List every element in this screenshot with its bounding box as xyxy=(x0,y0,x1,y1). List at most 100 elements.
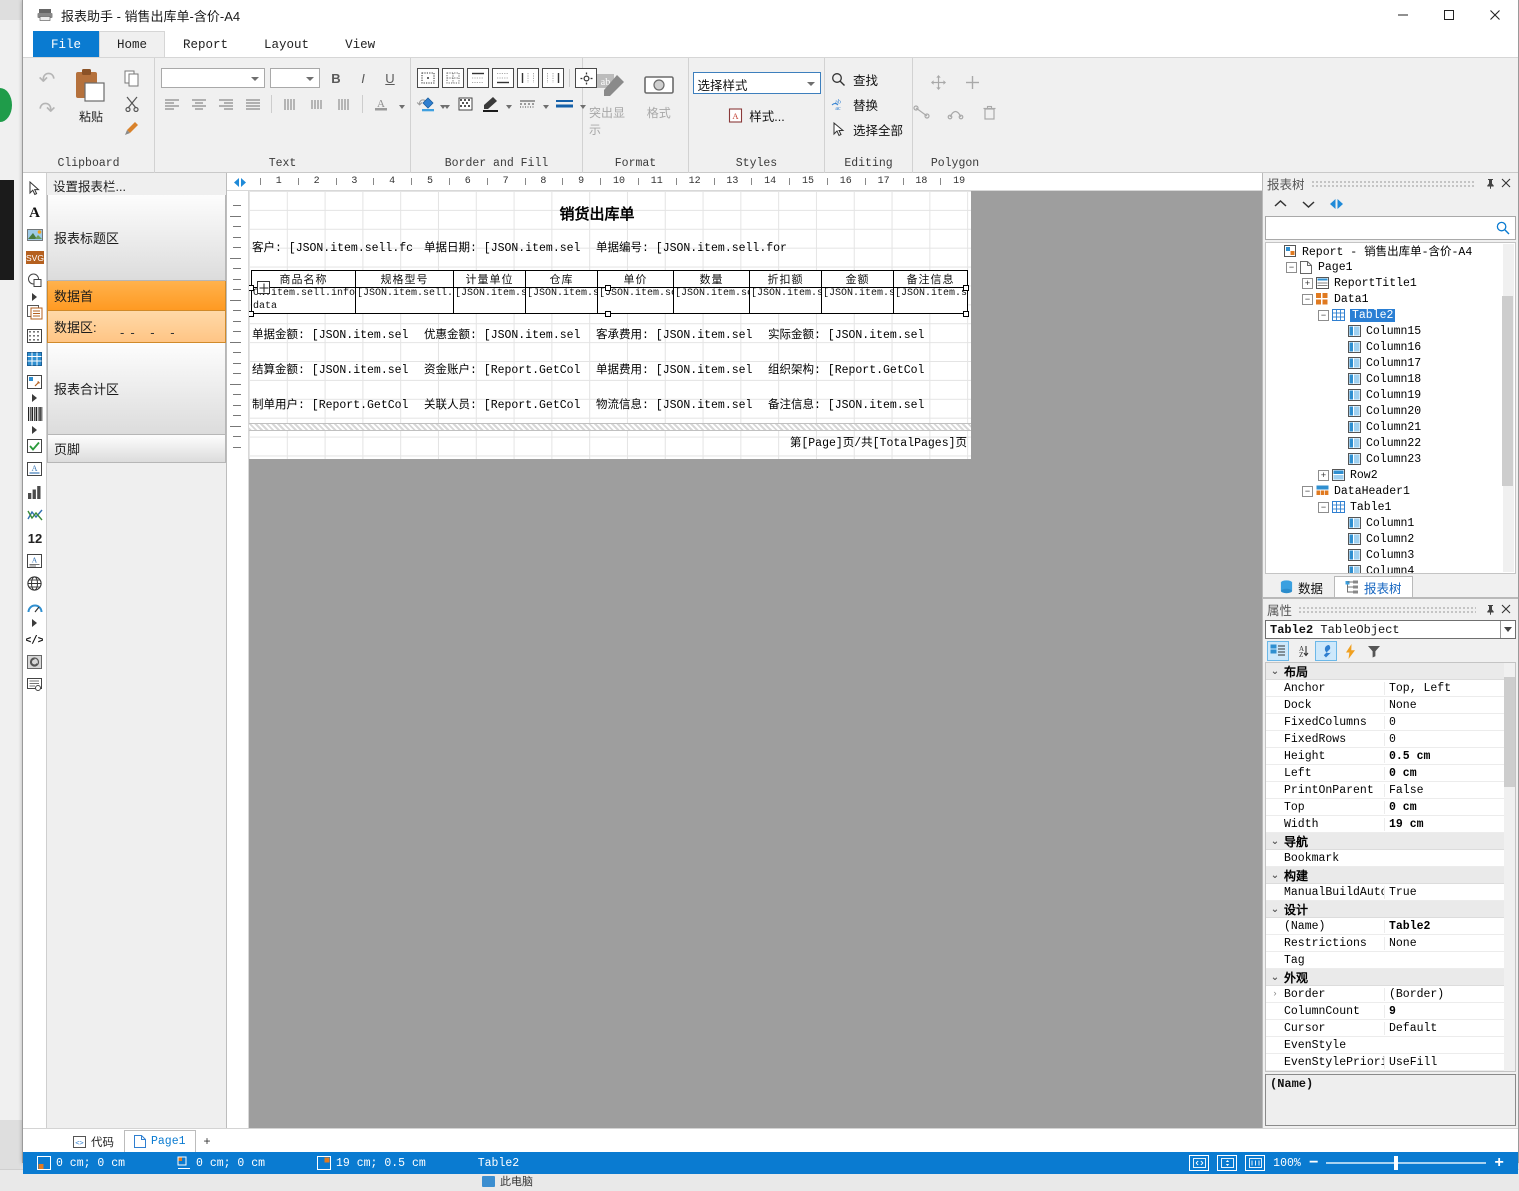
property-row[interactable]: Left 0 cm xyxy=(1266,765,1515,782)
line-color-button[interactable] xyxy=(479,94,501,114)
report-title-text[interactable]: 销货出库单 xyxy=(545,203,649,225)
fit-width-button[interactable] xyxy=(1189,1155,1210,1171)
zoom-in-button[interactable]: + xyxy=(1494,1155,1504,1171)
texture-fill-button[interactable] xyxy=(454,94,476,114)
tab-code[interactable]: <> 代码 xyxy=(63,1130,124,1152)
border-bottom-button[interactable] xyxy=(492,68,514,88)
tab-report-tree[interactable]: 报表树 xyxy=(1334,576,1413,597)
tree-node[interactable]: − DataHeader1 xyxy=(1266,483,1515,499)
expand-icon[interactable]: › xyxy=(1266,989,1284,999)
band-report-summary[interactable]: 报表合计区 xyxy=(47,343,226,435)
align-right-button[interactable] xyxy=(215,94,237,114)
container-tool-icon[interactable] xyxy=(24,650,46,673)
property-value[interactable]: 9 xyxy=(1384,1004,1515,1018)
border-all-button[interactable] xyxy=(442,68,464,88)
font-color-caret-icon[interactable] xyxy=(397,94,406,114)
property-value[interactable]: False xyxy=(1384,783,1515,797)
replace-button[interactable]: ab ac 替换 xyxy=(831,95,903,114)
valign-top-button[interactable] xyxy=(279,94,301,114)
alphabetic-view-button[interactable]: AZ xyxy=(1291,641,1313,661)
select-tool-icon[interactable] xyxy=(24,177,46,200)
property-row[interactable]: Dock None xyxy=(1266,697,1515,714)
tree-node[interactable]: Column20 xyxy=(1266,403,1515,419)
header-field-customer[interactable]: 客户: [JSON.item.sell.fc xyxy=(251,239,423,258)
tree-node[interactable]: − Data1 xyxy=(1266,291,1515,307)
line-segment-button[interactable] xyxy=(911,102,931,122)
property-row[interactable]: Width 19 cm xyxy=(1266,816,1515,833)
style-more-button[interactable]: A 样式... xyxy=(728,106,785,125)
summary-field[interactable]: 实际金额: [JSON.item.sel xyxy=(767,326,939,345)
table-column-header[interactable]: 计量单位 xyxy=(454,271,526,287)
property-value[interactable]: 0 xyxy=(1384,732,1515,746)
toggle-nav-icon[interactable] xyxy=(1327,196,1345,212)
format-painter-button[interactable] xyxy=(121,118,143,138)
line-style-button[interactable] xyxy=(516,94,538,114)
redo-icon[interactable]: ↷ xyxy=(35,98,59,121)
highlight-button[interactable]: ab 突出显示 xyxy=(589,62,636,138)
property-category[interactable]: ⌄ 导航 xyxy=(1266,833,1515,850)
summary-field[interactable]: 资金账户: [Report.GetCol xyxy=(423,361,595,380)
selection-handle[interactable] xyxy=(249,311,254,317)
property-value[interactable]: 0.5 cm xyxy=(1384,749,1515,763)
property-value[interactable]: UseFill xyxy=(1384,1055,1515,1069)
band-data-header[interactable]: 数据首 xyxy=(47,281,226,311)
property-row[interactable]: › Border (Border) xyxy=(1266,986,1515,1003)
summary-field[interactable]: 结算金额: [JSON.item.sel xyxy=(251,361,423,380)
close-button[interactable] xyxy=(1472,0,1518,30)
table-column-header[interactable]: 备注信息 xyxy=(894,271,967,287)
cut-button[interactable] xyxy=(121,93,143,113)
add-page-button[interactable]: + xyxy=(196,1130,219,1152)
property-row[interactable]: ColumnCount 9 xyxy=(1266,1003,1515,1020)
summary-field[interactable]: 单据费用: [JSON.item.sel xyxy=(595,361,767,380)
table-tool-icon[interactable] xyxy=(24,347,46,370)
collapse-icon[interactable]: − xyxy=(1286,261,1297,273)
delete-point-button[interactable] xyxy=(979,102,999,122)
zoom-out-button[interactable]: − xyxy=(1309,1155,1319,1171)
tree-node[interactable]: − Page1 xyxy=(1266,259,1515,275)
zip-code-tool-icon[interactable]: A xyxy=(24,457,46,480)
underline-button[interactable]: U xyxy=(379,68,401,88)
italic-button[interactable]: I xyxy=(352,68,374,88)
property-value[interactable]: 0 cm xyxy=(1384,800,1515,814)
tab-view[interactable]: View xyxy=(327,31,393,57)
properties-grid[interactable]: ⌄ 布局 Anchor Top, Left Dock None FixedColumns 0 F… xyxy=(1265,662,1516,1072)
curve-segment-button[interactable] xyxy=(945,102,965,122)
chart-tool-icon[interactable] xyxy=(24,480,46,503)
properties-object-selector[interactable]: Table2 TableObject xyxy=(1265,620,1516,639)
property-value[interactable]: None xyxy=(1384,936,1515,950)
pin-icon[interactable] xyxy=(1482,175,1498,191)
table-cell[interactable]: [JSON.item.sell.info.item. xyxy=(674,288,750,313)
expand-down-icon[interactable] xyxy=(1299,196,1317,212)
summary-field[interactable]: 制单用户: [Report.GetCol xyxy=(251,396,423,415)
expand-icon[interactable]: + xyxy=(1302,277,1313,289)
chevron-down-icon[interactable] xyxy=(1500,621,1515,638)
summary-field[interactable]: 客承费用: [JSON.item.sel xyxy=(595,326,767,345)
fill-color-button[interactable] xyxy=(417,94,439,114)
property-row[interactable]: Cursor Default xyxy=(1266,1020,1515,1037)
search-input[interactable] xyxy=(1266,218,1491,238)
filter-button[interactable] xyxy=(1363,641,1385,661)
property-value[interactable]: 0 cm xyxy=(1384,766,1515,780)
sparkline-tool-icon[interactable] xyxy=(24,503,46,526)
gauge-tool-caret-icon[interactable] xyxy=(24,618,46,627)
property-row[interactable]: Bookmark xyxy=(1266,850,1515,867)
find-button[interactable]: 查找 xyxy=(831,70,903,89)
property-category[interactable]: ⌄ 设计 xyxy=(1266,901,1515,918)
property-value[interactable]: 0 xyxy=(1384,715,1515,729)
table-cell[interactable]: [JSON.item.sell.info.i xyxy=(750,288,822,313)
number-tool-icon[interactable]: 12 xyxy=(24,526,46,549)
select-all-button[interactable]: 选择全部 xyxy=(831,120,903,139)
property-category[interactable]: ⌄ 布局 xyxy=(1266,663,1515,680)
copy-button[interactable] xyxy=(121,68,143,88)
collapse-icon[interactable]: − xyxy=(1302,485,1313,497)
property-row[interactable]: Restrictions None xyxy=(1266,935,1515,952)
font-color-button[interactable]: A xyxy=(370,94,392,114)
band-page-footer[interactable]: 页脚 xyxy=(47,435,226,463)
tree-scrollbar-thumb[interactable] xyxy=(1502,296,1513,486)
tree-node[interactable]: − Table1 xyxy=(1266,499,1515,515)
tree-node[interactable]: Column15 xyxy=(1266,323,1515,339)
properties-scrollbar-thumb[interactable] xyxy=(1504,677,1515,787)
table-column-header[interactable]: 仓库 xyxy=(526,271,598,287)
property-value[interactable]: Top, Left xyxy=(1384,681,1515,695)
table-cell[interactable]: [JSON.item.sell.info.item xyxy=(894,288,967,313)
